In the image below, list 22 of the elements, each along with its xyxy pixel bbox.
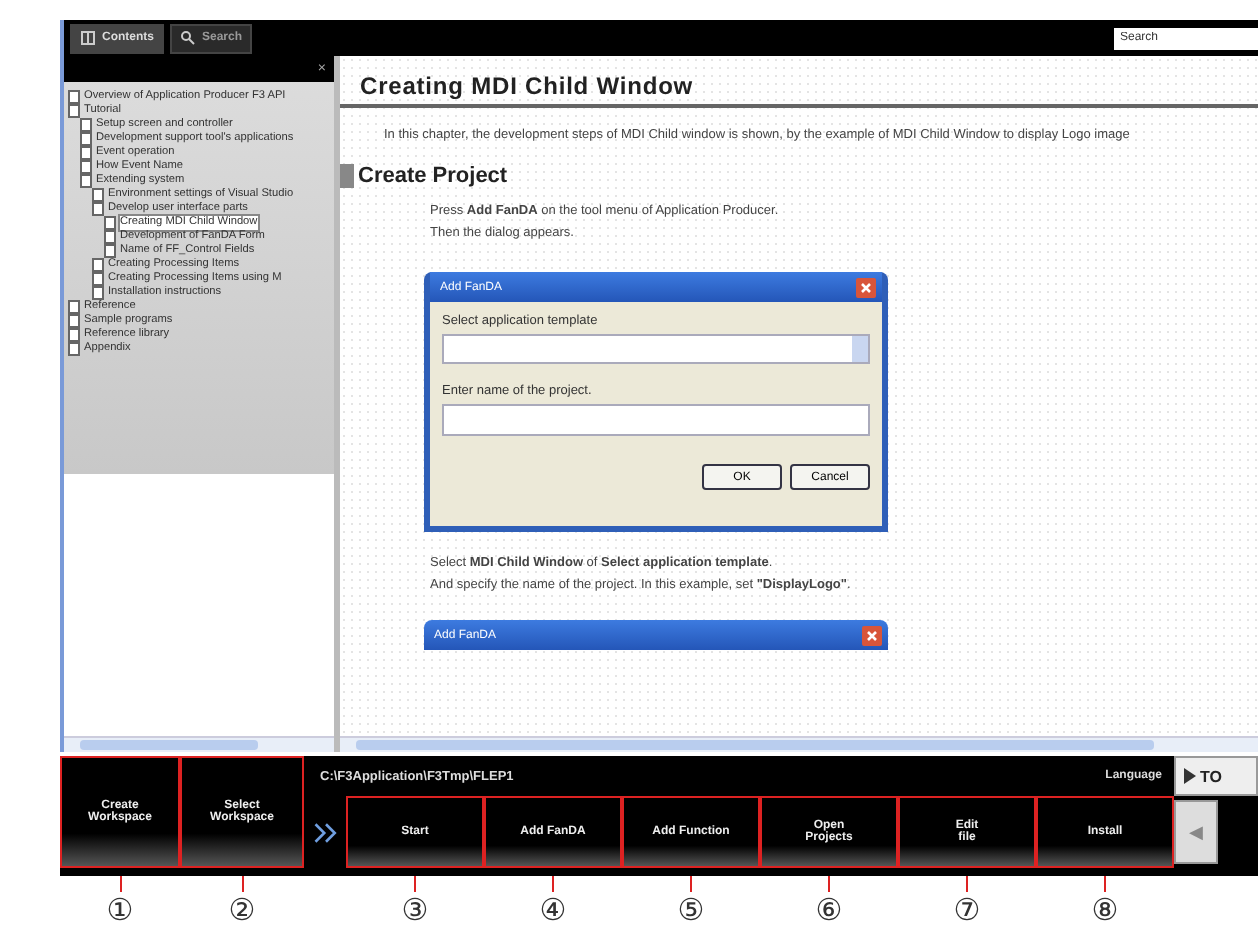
close-icon — [862, 625, 882, 645]
double-chevron-icon — [311, 821, 339, 843]
magnifier-icon — [180, 30, 196, 46]
callout-number: ⑥ — [815, 892, 843, 928]
section-marker — [340, 164, 354, 188]
callout-number: ③ — [401, 892, 429, 928]
callout-number: ① — [106, 892, 134, 928]
section-heading: Create Project — [358, 164, 508, 188]
callout-number: ⑦ — [953, 892, 981, 928]
callout-number: ⑤ — [677, 892, 705, 928]
top-button[interactable]: TO — [1174, 756, 1258, 796]
horizontal-scrollbar[interactable] — [340, 736, 1258, 752]
play-icon — [1184, 768, 1196, 784]
page-title: Creating MDI Child Window — [340, 72, 1258, 108]
callout-number: ② — [228, 892, 256, 928]
input-field[interactable] — [442, 404, 870, 436]
callout-number: ⑧ — [1091, 892, 1119, 928]
close-icon — [856, 277, 876, 297]
horizontal-scrollbar[interactable] — [64, 736, 334, 752]
callout-number: ④ — [539, 892, 567, 928]
template-dropdown[interactable] — [442, 334, 870, 364]
book-icon — [80, 30, 96, 46]
